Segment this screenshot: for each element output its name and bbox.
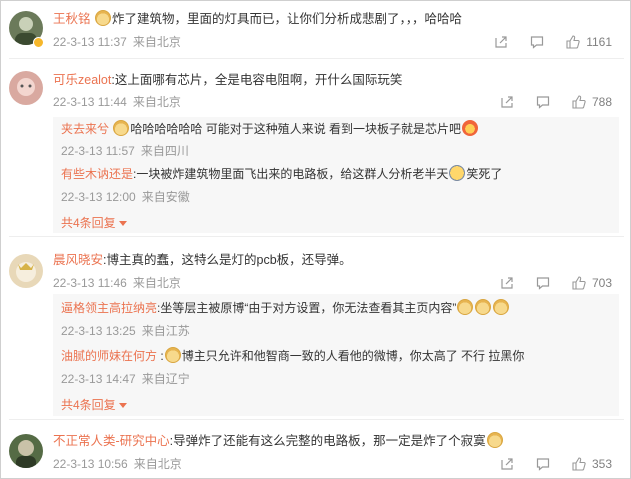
- commenter-name[interactable]: 不正常人类-研究中心: [53, 434, 170, 448]
- comment-text: 炸了建筑物，里面的灯具而已，让你们分析成悲剧了，，，哈哈哈: [112, 12, 463, 26]
- fire-emoji-icon: [462, 120, 479, 136]
- avatar[interactable]: [9, 71, 43, 105]
- dog-emoji-icon: [475, 299, 492, 315]
- dog-emoji-icon: [486, 432, 503, 448]
- caret-down-icon: [118, 403, 127, 408]
- reply-list: 夹去来兮 哈哈哈哈哈哈 可能对于这种殖人来说 看到一块板子就是芯片吧 22-3-…: [53, 117, 619, 233]
- dog-emoji-icon: [95, 10, 111, 26]
- reply-date: 22-3-13 13:25: [61, 324, 136, 338]
- reply-source: 来自江苏: [141, 324, 190, 338]
- reply-date: 22-3-13 12:00: [61, 190, 136, 204]
- thumbs-up-icon[interactable]: [572, 457, 586, 471]
- comment-icon[interactable]: [536, 457, 550, 471]
- comment-item: 晨风晓安:博主真的蠢，这特么是灯的pcb板，还导弹。 22-3-13 11:46…: [1, 237, 631, 420]
- comment-icon[interactable]: [530, 35, 544, 49]
- share-icon[interactable]: [500, 457, 514, 471]
- comment-date: 22-3-13 11:46: [53, 276, 127, 290]
- reply-text: :坐等层主被原博“由于对方设置，你无法查看其主页内容”: [157, 301, 457, 315]
- comment-date: 22-3-13 11:37: [53, 35, 127, 49]
- comment-source: 来自北京: [132, 35, 181, 49]
- comment-source: 来自北京: [132, 276, 181, 290]
- reply-name[interactable]: 油腻的师妹在何方: [61, 349, 157, 363]
- share-icon[interactable]: [494, 35, 508, 49]
- comment-source: 来自北京: [132, 95, 181, 109]
- like-count: 353: [591, 457, 612, 471]
- caret-down-icon: [118, 221, 127, 226]
- dog-emoji-icon: [164, 347, 181, 363]
- thumbs-up-icon[interactable]: [572, 95, 586, 109]
- like-count: 703: [591, 276, 612, 290]
- comment-date: 22-3-13 10:56: [53, 457, 128, 471]
- more-replies-label: 共4条回复: [61, 216, 116, 230]
- reply-date: 22-3-13 11:57: [61, 144, 135, 158]
- reply-source: 来自四川: [140, 144, 189, 158]
- comment-list: 王秋铭 炸了建筑物，里面的灯具而已，让你们分析成悲剧了，，，哈哈哈 22-3-1…: [0, 0, 631, 479]
- comment-item: 不正常人类-研究中心:导弹炸了还能有这么完整的电路板，那一定是炸了个寂寞 22-…: [1, 420, 631, 479]
- reply-source: 来自安徽: [141, 190, 190, 204]
- dog-emoji-icon: [113, 120, 130, 136]
- like-count: 1161: [586, 35, 612, 49]
- crazy-face-emoji-icon: [449, 165, 466, 181]
- more-replies-label: 共4条回复: [61, 398, 116, 412]
- dog-emoji-icon: [493, 299, 510, 315]
- comment-date: 22-3-13 11:44: [53, 95, 127, 109]
- reply-text: 博主只允许和他智商一致的人看他的微博，你太高了 不行 拉黑你: [181, 349, 525, 363]
- more-replies-link[interactable]: 共4条回复: [61, 396, 127, 413]
- comment-text: :博主真的蠢，这特么是灯的pcb板，还导弹。: [103, 253, 352, 267]
- comment-icon[interactable]: [536, 95, 550, 109]
- reply-date: 22-3-13 14:47: [61, 372, 136, 386]
- reply-text-suffix: 笑死了: [466, 167, 503, 181]
- reply-text: 哈哈哈哈哈哈 可能对于这种殖人来说 看到一块板子就是芯片吧: [130, 122, 462, 136]
- share-icon[interactable]: [500, 95, 514, 109]
- share-icon[interactable]: [500, 276, 514, 290]
- avatar[interactable]: [9, 434, 43, 468]
- reply-source: 来自辽宁: [141, 372, 190, 386]
- thumbs-up-icon[interactable]: [566, 35, 580, 49]
- avatar[interactable]: [9, 254, 43, 288]
- commenter-name[interactable]: 晨风晓安: [53, 253, 103, 267]
- more-replies-link[interactable]: 共4条回复: [61, 214, 127, 231]
- reply-name[interactable]: 夹去来兮: [61, 122, 109, 136]
- commenter-name[interactable]: 可乐zealot: [53, 73, 111, 87]
- dog-emoji-icon: [457, 299, 474, 315]
- reply-name[interactable]: 逼格领主高拉纳亮: [61, 301, 157, 315]
- reply-text: :一块被炸建筑物里面飞出来的电路板，给这群人分析老半天: [133, 167, 449, 181]
- comment-icon[interactable]: [536, 276, 550, 290]
- commenter-name[interactable]: 王秋铭: [53, 12, 91, 26]
- comment-text: :导弹炸了还能有这么完整的电路板，那一定是炸了个寂寞: [169, 434, 486, 448]
- comment-source: 来自北京: [133, 457, 182, 471]
- comment-item: 可乐zealot:这上面哪有芯片，全是电容电阻啊，开什么国际玩笑 22-3-13…: [1, 59, 631, 237]
- comment-item: 王秋铭 炸了建筑物，里面的灯具而已，让你们分析成悲剧了，，，哈哈哈 22-3-1…: [1, 1, 631, 59]
- comment-text: :这上面哪有芯片，全是电容电阻啊，开什么国际玩笑: [111, 73, 403, 87]
- reply-list: 逼格领主高拉纳亮:坐等层主被原博“由于对方设置，你无法查看其主页内容” 22-3…: [53, 294, 619, 416]
- thumbs-up-icon[interactable]: [572, 276, 586, 290]
- verified-badge-icon: [33, 37, 44, 48]
- like-count: 788: [591, 95, 612, 109]
- reply-name[interactable]: 有些木讷还是: [61, 167, 133, 181]
